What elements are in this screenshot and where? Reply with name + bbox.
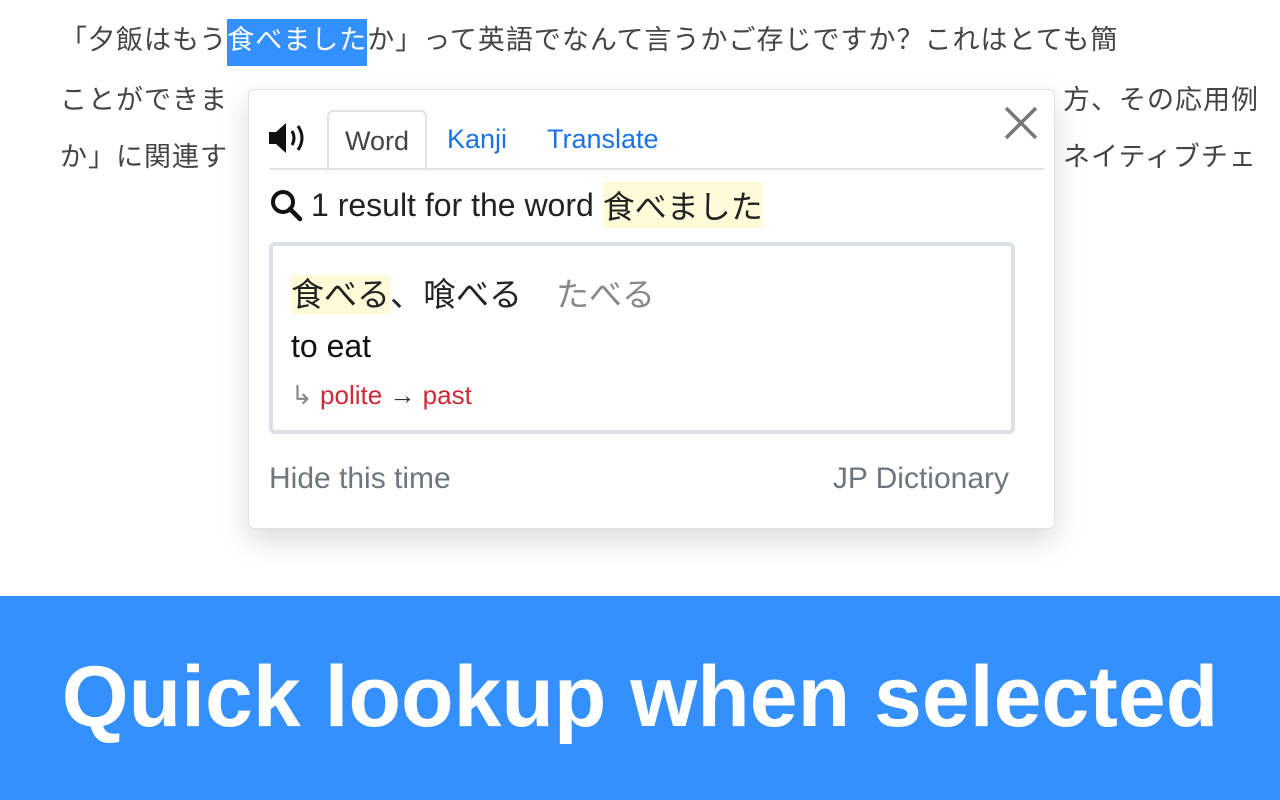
tab-translate[interactable]: Translate bbox=[547, 110, 659, 168]
alternate-spelling: 、喰べる bbox=[390, 275, 522, 314]
article-line-2-left: ことができま bbox=[60, 85, 228, 116]
reading: たべる bbox=[556, 275, 655, 314]
entry-headword-line: 食べる、喰べる たべる bbox=[291, 268, 655, 316]
arrow-icon: → bbox=[389, 380, 416, 410]
tab-word[interactable]: Word bbox=[327, 110, 428, 172]
inflection: ↳ polite → past bbox=[291, 380, 472, 411]
article-line-3-right: ネイティブチェ bbox=[1063, 142, 1257, 173]
query-word: 食べました bbox=[602, 182, 763, 228]
text: か」って英語でなんて言うかご存じですか？これはとても簡 bbox=[367, 25, 1119, 56]
tab-bar: Word Kanji Translate bbox=[269, 110, 1044, 172]
result-text: 1 result for the word bbox=[311, 186, 594, 223]
text: 「夕飯はもう bbox=[60, 25, 228, 56]
article-line-3-left: か」に関連す bbox=[60, 142, 228, 173]
result-summary: 1 result for the word 食べました bbox=[269, 182, 763, 228]
search-icon bbox=[271, 190, 303, 222]
jp-dictionary-link[interactable]: JP Dictionary bbox=[833, 462, 1009, 496]
caption-text: Quick lookup when selected bbox=[61, 649, 1219, 745]
article-line-2-right: 方、その応用例 bbox=[1063, 85, 1259, 116]
inflection-step: polite bbox=[320, 380, 383, 410]
hide-this-time-link[interactable]: Hide this time bbox=[269, 462, 451, 496]
inflection-arrow-icon: ↳ bbox=[291, 380, 313, 410]
inflection-step: past bbox=[422, 380, 472, 410]
article-line-1: 「夕飯はもう食べましたか」って英語でなんて言うかご存じですか？これはとても簡 bbox=[60, 18, 1119, 66]
selected-text[interactable]: 食べました bbox=[227, 19, 368, 66]
headword: 食べる bbox=[291, 275, 390, 314]
tab-kanji[interactable]: Kanji bbox=[447, 110, 507, 168]
caption-banner: Quick lookup when selected bbox=[0, 596, 1280, 800]
close-icon[interactable] bbox=[1002, 104, 1040, 142]
meaning: to eat bbox=[291, 328, 372, 364]
entry-card: 食べる、喰べる たべる to eat ↳ polite → past bbox=[269, 242, 1015, 434]
dictionary-popup: Word Kanji Translate 1 result for the wo… bbox=[248, 89, 1055, 529]
speaker-icon[interactable] bbox=[267, 120, 311, 156]
